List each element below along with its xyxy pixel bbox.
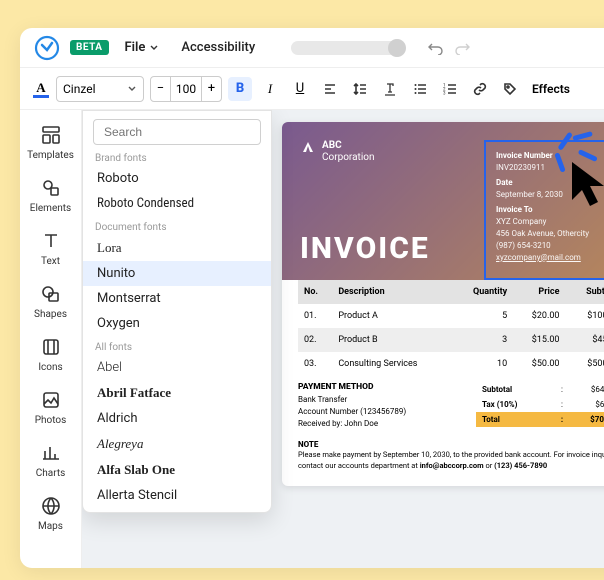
font-section-document: Document fonts [83,220,271,235]
invoice-meta-box[interactable]: Invoice Number INV20230911 Date Septembe… [484,140,604,280]
invoice-body: No. Description Quantity Price Subtotal … [282,280,604,486]
sidebar-item-maps[interactable]: Maps [20,487,81,540]
decrease-size-button[interactable]: − [151,77,171,101]
photos-icon [41,390,61,410]
file-menu[interactable]: File [119,40,166,55]
left-sidebar: Templates Elements Text Shapes Icons Pho… [20,110,82,568]
zoom-slider[interactable] [291,41,401,55]
italic-button[interactable]: I [258,77,282,101]
invoice-document[interactable]: ABCCorporation Invoice Number INV2023091… [282,122,604,486]
tag-button[interactable] [498,77,522,101]
increase-size-button[interactable]: + [201,77,221,101]
font-option[interactable]: Roboto Condensed [83,191,271,216]
sidebar-item-templates[interactable]: Templates [20,116,81,169]
align-button[interactable] [318,77,342,101]
font-search-input[interactable] [104,125,259,139]
font-size-stepper: − 100 + [150,76,222,102]
totals-block: Subtotal:$645.00 Tax (10%):$64.50 Total:… [476,382,604,430]
chevron-down-icon [127,84,137,94]
number-list-button[interactable]: 123 [438,77,462,101]
canvas-area[interactable]: Brand fonts Roboto Roboto Condensed Docu… [82,110,604,568]
maps-icon [41,496,61,516]
bullet-list-button[interactable] [408,77,432,101]
link-button[interactable] [468,77,492,101]
underline-button[interactable]: U [288,77,312,101]
sidebar-item-charts[interactable]: Charts [20,434,81,487]
font-option[interactable]: Abril Fatface [83,380,271,406]
font-option[interactable]: Montserrat [83,286,271,311]
invoice-header: ABCCorporation Invoice Number INV2023091… [282,122,604,280]
sidebar-item-photos[interactable]: Photos [20,381,81,434]
invoice-title: INVOICE [300,231,430,266]
bold-button[interactable]: B [228,77,252,101]
font-dropdown: Brand fonts Roboto Roboto Condensed Docu… [82,110,272,513]
font-option[interactable]: Abel [83,355,271,380]
line-spacing-button[interactable] [348,77,372,101]
format-toolbar: A Cinzel − 100 + B I U 123 Effects [20,68,604,110]
table-row: 02.Product B3$15.00$45.00 [298,328,604,352]
font-option[interactable]: Alfa Slab One [83,457,271,483]
font-option-highlighted[interactable]: Nunito [83,261,271,286]
font-section-brand: Brand fonts [83,151,271,166]
font-option[interactable]: Aldrich [83,406,271,431]
sidebar-item-shapes[interactable]: Shapes [20,275,81,328]
table-row: 03.Consulting Services10$50.00$500.00 [298,352,604,376]
effects-button[interactable]: Effects [532,82,570,96]
zoom-slider-thumb[interactable] [388,39,406,57]
font-option[interactable]: Roboto [83,166,271,191]
undo-icon[interactable] [427,41,443,55]
accessibility-menu[interactable]: Accessibility [175,40,261,55]
font-family-select[interactable]: Cinzel [56,76,144,102]
body-area: Templates Elements Text Shapes Icons Pho… [20,110,604,568]
font-section-all: All fonts [83,340,271,355]
invoice-table: No. Description Quantity Price Subtotal … [298,280,604,376]
payment-method-block: PAYMENT METHOD Bank Transfer Account Num… [298,382,476,430]
redo-icon[interactable] [455,41,471,55]
text-color-button[interactable]: A [32,80,50,98]
templates-icon [41,125,61,145]
sidebar-item-elements[interactable]: Elements [20,169,81,222]
svg-text:3: 3 [443,90,446,96]
shapes-icon [41,284,61,304]
sidebar-item-icons[interactable]: Icons [20,328,81,381]
font-option[interactable]: Oxygen [83,311,271,336]
beta-badge: BETA [70,40,109,55]
sidebar-item-text[interactable]: Text [20,222,81,275]
font-option[interactable]: Alegreya [83,431,271,457]
chevron-down-icon [149,43,159,53]
note-block: NOTE Please make payment by September 10… [298,440,604,472]
font-search-box[interactable] [93,119,261,145]
font-size-value[interactable]: 100 [171,82,201,96]
charts-icon [41,443,61,463]
icons-icon [41,337,61,357]
font-option[interactable]: Allerta Stencil [83,483,271,508]
app-logo-icon [34,35,60,61]
text-icon [41,231,61,251]
elements-icon [41,178,61,198]
app-window: BETA File Accessibility A Cinzel − 100 +… [20,28,604,568]
table-row: 01.Product A5$20.00$100.00 [298,304,604,328]
text-style-button[interactable] [378,77,402,101]
font-option[interactable]: Lora [83,235,271,261]
titlebar: BETA File Accessibility [20,28,604,68]
company-logo-icon [300,140,316,156]
